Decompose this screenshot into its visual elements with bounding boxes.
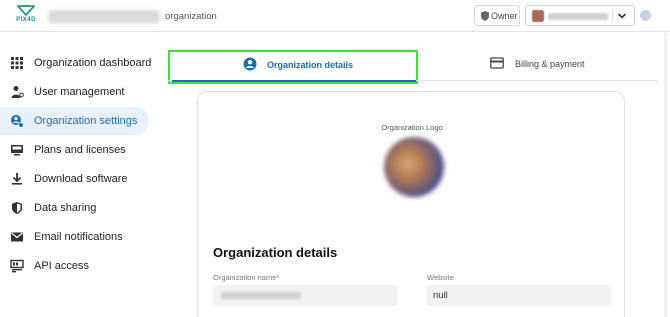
owner-role-button[interactable]: Owner [474, 5, 520, 26]
sidebar-item-download-software[interactable]: Download software [0, 165, 149, 193]
top-bar: PIX4D organization Owner [0, 0, 670, 32]
scrollbar[interactable] [664, 33, 667, 317]
shield-icon [12, 202, 22, 214]
pix4d-logo[interactable]: PIX4D [12, 5, 40, 27]
sidebar-item-data-sharing[interactable]: Data sharing [0, 194, 149, 222]
organization-details-card: Organization Logo Organization details O… [197, 91, 625, 317]
org-name-input[interactable] [213, 285, 397, 306]
account-circle-icon [243, 57, 257, 71]
sidebar-item-organization-dashboard[interactable]: Organization dashboard [0, 49, 152, 77]
profile-icon[interactable] [640, 10, 651, 21]
org-name-redacted [221, 292, 301, 299]
sidebar-item-label: Plans and licenses [34, 144, 126, 156]
user-manage-icon [11, 86, 24, 98]
website-value: null [433, 290, 448, 301]
organization-logo-image[interactable] [384, 137, 444, 197]
sidebar-item-label: Email notifications [34, 231, 123, 243]
sidebar-item-organization-settings[interactable]: Organization settings [0, 107, 149, 135]
chevron-down-icon [617, 13, 627, 19]
tab-label: Billing & payment [515, 59, 585, 69]
shield-icon [481, 11, 489, 21]
grid-icon [11, 57, 23, 69]
sidebar-item-label: Organization settings [34, 115, 138, 127]
logo-text: PIX4D [16, 17, 36, 23]
tab-label: Organization details [267, 60, 354, 70]
download-icon [12, 173, 22, 185]
sidebar-item-label: Organization dashboard [34, 57, 152, 69]
settings-gear-icon [11, 115, 24, 128]
org-name-label: Organization name* [213, 273, 280, 282]
monitor-icon [11, 145, 23, 156]
sidebar-item-label: Download software [34, 173, 128, 185]
tab-organization-details[interactable]: Organization details [168, 50, 418, 84]
sidebar-item-api-access[interactable]: API access [0, 252, 149, 280]
account-name-redacted [548, 13, 608, 20]
organization-name-redacted [48, 10, 160, 23]
logo-mark-icon [17, 5, 35, 16]
sidebar-item-user-management[interactable]: User management [0, 78, 149, 106]
sidebar-item-plans-and-licenses[interactable]: Plans and licenses [0, 136, 149, 164]
avatar [532, 10, 544, 22]
divider [612, 9, 613, 22]
sidebar: Organization dashboard User management O… [0, 33, 160, 317]
tab-billing-payment[interactable]: Billing & payment [490, 56, 640, 72]
credit-card-icon [490, 57, 504, 69]
active-tab-indicator [172, 80, 416, 82]
api-icon [10, 259, 24, 273]
section-title: Organization details [213, 245, 338, 260]
website-label: Website [427, 273, 454, 282]
owner-label: Owner [491, 11, 518, 21]
sidebar-item-label: API access [34, 260, 90, 272]
organization-suffix: organization [165, 11, 217, 22]
logo-label: Organization Logo [381, 123, 443, 132]
account-selector[interactable] [525, 5, 635, 26]
sidebar-item-label: Data sharing [34, 202, 97, 214]
website-input[interactable]: null [427, 285, 611, 306]
sidebar-item-email-notifications[interactable]: Email notifications [0, 223, 149, 251]
sidebar-item-label: User management [34, 86, 125, 98]
mail-icon [11, 232, 23, 242]
app-window: PIX4D organization Owner Organization da… [0, 0, 670, 317]
